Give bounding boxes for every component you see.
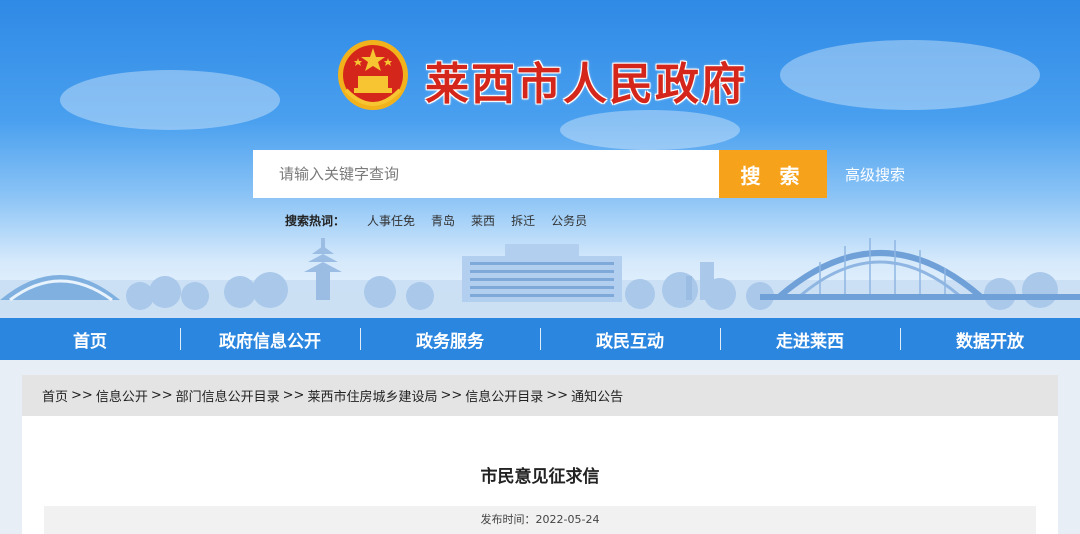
hot-word-link[interactable]: 青岛: [431, 212, 455, 229]
hot-word-link[interactable]: 拆迁: [511, 212, 535, 229]
nav-item-interaction[interactable]: 政民互动: [540, 318, 720, 360]
hot-search-words: 搜索热词： 人事任免 青岛 莱西 拆迁 公务员: [285, 212, 603, 229]
nav-item-about-laixi[interactable]: 走进莱西: [720, 318, 900, 360]
site-title: 莱西市人民政府: [425, 59, 747, 110]
search-button[interactable]: 搜 索: [719, 150, 827, 198]
main-nav: 首页 政府信息公开 政务服务 政民互动 走进莱西 数据开放: [0, 318, 1080, 360]
publish-time: 发布时间：2022-05-24: [44, 506, 1036, 534]
hot-word-link[interactable]: 人事任免: [367, 212, 415, 229]
header-banner: 莱西市人民政府 搜 索 高级搜索 搜索热词： 人事任免 青岛 莱西 拆迁 公务员: [0, 0, 1080, 318]
breadcrumb-item-dept-catalog[interactable]: 部门信息公开目录: [176, 386, 280, 405]
breadcrumb-item-notices[interactable]: 通知公告: [571, 386, 623, 405]
national-emblem-icon: [338, 40, 408, 110]
nav-item-gov-services[interactable]: 政务服务: [360, 318, 540, 360]
breadcrumb: 首页 >> 信息公开 >> 部门信息公开目录 >> 莱西市住房城乡建设局 >> …: [22, 375, 1058, 416]
article-title: 市民意见征求信: [480, 467, 600, 487]
nav-item-open-data[interactable]: 数据开放: [900, 318, 1080, 360]
breadcrumb-item-info-catalog[interactable]: 信息公开目录: [465, 386, 543, 405]
nav-item-home[interactable]: 首页: [0, 318, 180, 360]
breadcrumb-item-housing-bureau[interactable]: 莱西市住房城乡建设局: [307, 386, 437, 405]
breadcrumb-separator: >>: [440, 388, 463, 403]
hot-word-link[interactable]: 公务员: [551, 212, 587, 229]
hot-word-link[interactable]: 莱西: [471, 212, 495, 229]
article-content: 市民意见征求信 发布时间：2022-05-24: [22, 416, 1058, 534]
breadcrumb-separator: >>: [71, 388, 93, 403]
hot-search-label: 搜索热词：: [285, 214, 346, 228]
breadcrumb-separator: >>: [546, 388, 569, 403]
breadcrumb-item-info-disclosure[interactable]: 信息公开: [96, 386, 148, 405]
advanced-search-link[interactable]: 高级搜索: [845, 164, 905, 185]
nav-item-gov-info-disclosure[interactable]: 政府信息公开: [180, 318, 360, 360]
search-input[interactable]: [253, 150, 719, 198]
breadcrumb-separator: >>: [150, 388, 173, 403]
breadcrumb-item-home[interactable]: 首页: [42, 386, 68, 405]
breadcrumb-separator: >>: [282, 388, 305, 403]
